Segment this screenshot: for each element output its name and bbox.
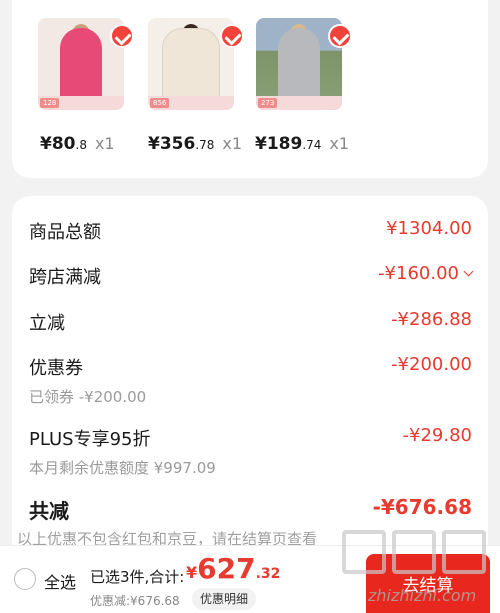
plus-discount-value: -¥29.80 [402, 425, 472, 446]
select-all-radio[interactable] [14, 568, 36, 590]
instant-discount-value: -¥286.88 [391, 309, 472, 330]
checked-icon[interactable] [328, 24, 352, 48]
grand-total: ¥627.32 [186, 552, 281, 585]
goods-total-value: ¥1304.00 [386, 218, 472, 239]
product-item[interactable]: 128 [38, 18, 134, 110]
promo-strip: 128 [38, 96, 124, 110]
selected-count: 已选3件,合计: [90, 568, 185, 586]
product-price: ¥189.74 x1 [255, 134, 350, 154]
product-item[interactable]: 273 [256, 18, 352, 110]
plus-discount-row: PLUS专享95折 -¥29.80 本月剩余优惠额度 ¥997.09 [29, 425, 472, 478]
promo-strip: 856 [148, 96, 234, 110]
coupon-row: 优惠券 -¥200.00 已领券 -¥200.00 [29, 354, 472, 407]
checked-icon[interactable] [220, 24, 244, 48]
select-all-label[interactable]: 全选 [44, 569, 76, 593]
product-quantity: x1 [94, 134, 115, 153]
watermark-url: zhizhizhi.com [368, 586, 477, 605]
total-discount-value: -¥676.68 [372, 495, 472, 519]
chevron-down-icon[interactable] [463, 266, 474, 277]
cross-store-value[interactable]: -¥160.00 [378, 263, 474, 284]
coupon-sub: 已领券 -¥200.00 [29, 388, 147, 406]
product-quantity: x1 [329, 134, 350, 153]
product-item[interactable]: 856 [148, 18, 244, 110]
watermark-glyph [442, 530, 486, 574]
promo-tag: 128 [40, 98, 60, 108]
promo-tag: 856 [150, 98, 170, 108]
goods-total-row: 商品总额 ¥1304.00 [29, 218, 472, 244]
promo-tag: 273 [258, 98, 278, 108]
site-watermark: zhizhizhi.com [340, 530, 490, 605]
coupon-value: -¥200.00 [391, 354, 472, 375]
product-price: ¥356.78 x1 [148, 134, 243, 154]
promo-strip: 273 [256, 96, 342, 110]
discount-amount: 优惠减:¥676.68 [90, 594, 180, 608]
watermark-glyph [342, 530, 386, 574]
total-discount-row: 共减 -¥676.68 [29, 495, 472, 524]
discount-detail-button[interactable]: 优惠明细 [192, 588, 257, 610]
checked-icon[interactable] [110, 24, 134, 48]
plus-quota: 本月剩余优惠额度 ¥997.09 [29, 459, 216, 477]
cross-store-row[interactable]: 跨店满减 -¥160.00 [29, 263, 474, 289]
product-price: ¥80.8 x1 [40, 134, 115, 154]
product-quantity: x1 [222, 134, 243, 153]
instant-discount-row: 立减 -¥286.88 [29, 309, 472, 335]
selected-products-panel: 128 ¥80.8 x1 856 ¥356.78 x1 273 ¥189.74 x1 [12, 0, 488, 178]
watermark-glyph [392, 530, 436, 574]
